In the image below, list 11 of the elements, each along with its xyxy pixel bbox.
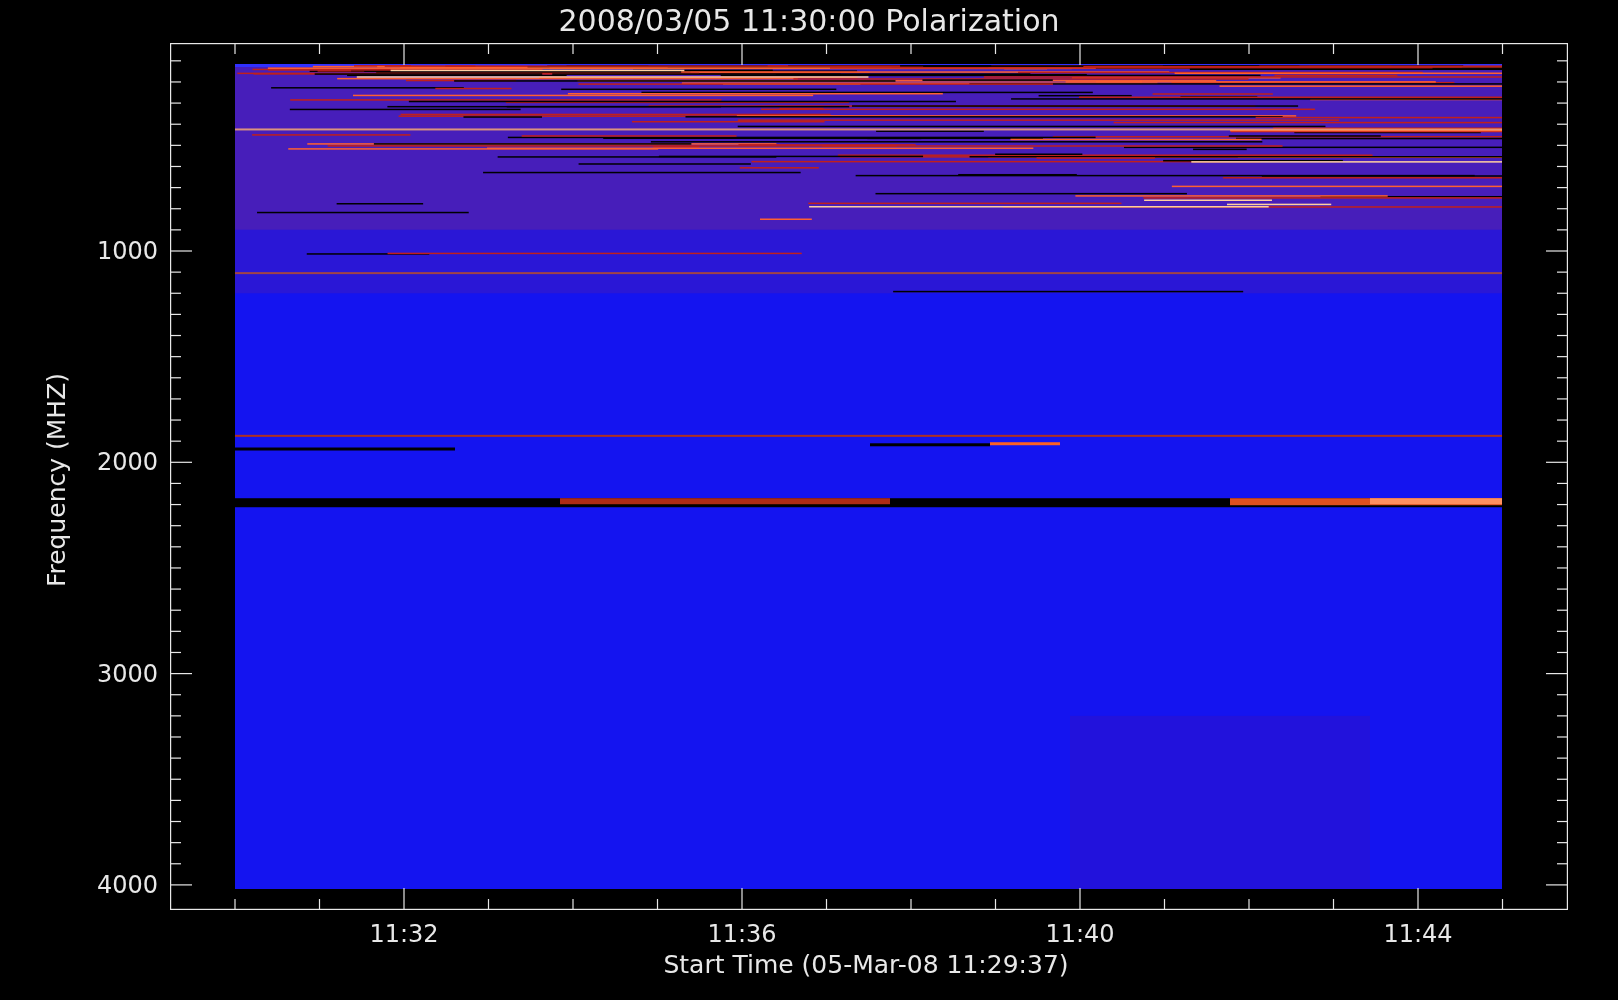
plot-title: 2008/03/05 11:30:00 Polarization bbox=[558, 2, 1060, 40]
x-tick-label: 11:44 bbox=[1383, 920, 1453, 948]
x-tick-label: 11:32 bbox=[369, 920, 439, 948]
y-tick-label: 1000 bbox=[96, 237, 158, 265]
x-tick-label: 11:36 bbox=[707, 920, 777, 948]
y-tick-label: 4000 bbox=[96, 870, 158, 899]
y-tick-label: 3000 bbox=[96, 659, 158, 688]
x-tick-label: 11:40 bbox=[1045, 920, 1115, 948]
y-axis-label: Frequency (MHZ) bbox=[42, 372, 72, 588]
y-tick-label: 2000 bbox=[96, 448, 158, 477]
x-axis-label: Start Time (05-Mar-08 11:29:37) bbox=[663, 950, 1069, 980]
